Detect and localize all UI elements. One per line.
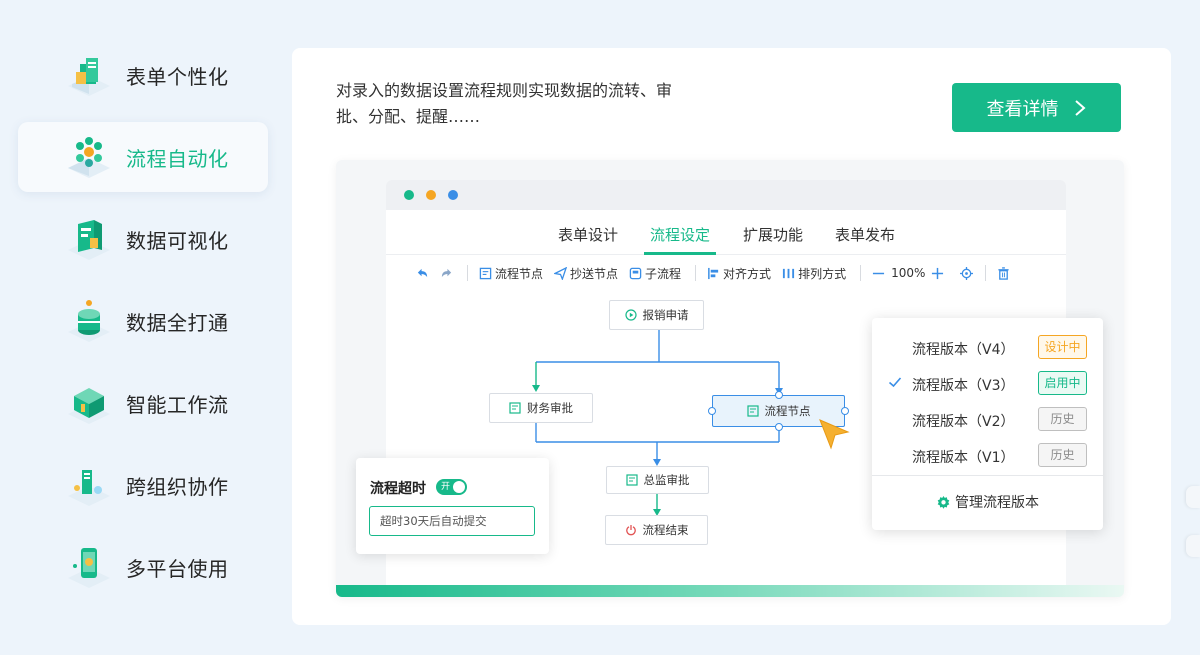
collaboration-icon [64, 460, 114, 510]
node-handle-bottom[interactable] [775, 423, 783, 431]
form-cube-icon [64, 50, 114, 100]
power-icon [625, 525, 636, 536]
nav-label: 智能工作流 [126, 392, 229, 417]
timeout-title: 流程超时 [370, 481, 426, 497]
feature-description: 对录入的数据设置流程规则实现数据的流转、审批、分配、提醒…… [336, 81, 673, 126]
chart-cube-icon [64, 214, 114, 264]
flow-node-end[interactable]: 流程结束 [605, 515, 708, 545]
node-label: 流程节点 [764, 404, 811, 418]
chevron-right-icon [1074, 99, 1086, 116]
node-handle-right[interactable] [841, 407, 849, 415]
nav-item-cross-org[interactable]: 跨组织协作 [18, 450, 268, 520]
manage-versions-label: 管理流程版本 [955, 495, 1039, 511]
gear-icon [937, 495, 950, 509]
node-handle-left[interactable] [708, 407, 716, 415]
view-details-button[interactable]: 查看详情 [952, 83, 1121, 132]
status-badge: 历史 [1038, 443, 1087, 467]
toggle-knob [453, 481, 465, 493]
divider [872, 475, 1103, 476]
flow-node-director[interactable]: 总监审批 [606, 466, 709, 494]
timeout-panel: 流程超时 开 超时30天后自动提交 [356, 458, 549, 554]
nav-item-multi-platform[interactable]: 多平台使用 [18, 532, 268, 602]
status-badge: 设计中 [1038, 335, 1087, 359]
status-badge: 启用中 [1038, 371, 1087, 395]
node-handle-top[interactable] [775, 391, 783, 399]
version-row-v4[interactable]: 流程版本（V4） 设计中 [872, 330, 1103, 366]
nav-label: 流程自动化 [126, 146, 229, 171]
nav-label: 表单个性化 [126, 64, 229, 89]
nav-item-flow-automation[interactable]: 流程自动化 [18, 122, 268, 192]
manage-versions-button[interactable]: 管理流程版本 [872, 488, 1103, 516]
nav-item-smart-workflow[interactable]: 智能工作流 [18, 368, 268, 438]
nav-item-data-visualization[interactable]: 数据可视化 [18, 204, 268, 274]
version-name: 流程版本（V3） [912, 378, 1015, 394]
nav-label: 数据可视化 [126, 228, 229, 253]
flow-hexagon-icon [64, 132, 114, 182]
flow-node-finance[interactable]: 财务审批 [489, 393, 593, 423]
approval-icon [746, 405, 759, 417]
approval-icon [509, 402, 521, 414]
nav-item-form-personalization[interactable]: 表单个性化 [18, 40, 268, 110]
database-cylinder-icon [64, 296, 114, 346]
version-row-v1[interactable]: 流程版本（V1） 历史 [872, 438, 1103, 474]
play-circle-icon [624, 309, 637, 321]
version-name: 流程版本（V4） [912, 342, 1015, 358]
version-row-v2[interactable]: 流程版本（V2） 历史 [872, 402, 1103, 438]
status-badge: 历史 [1038, 407, 1087, 431]
workflow-box-icon [64, 378, 114, 428]
timeout-input[interactable]: 超时30天后自动提交 [369, 506, 535, 536]
check-icon [888, 377, 902, 388]
node-label: 财务审批 [527, 401, 573, 415]
side-nav: 表单个性化 流程自动化 数据可视化 数据全打通 智能工作流 跨组织协作 多平台使… [18, 40, 268, 614]
nav-label: 数据全打通 [126, 310, 229, 335]
nav-item-data-connect[interactable]: 数据全打通 [18, 286, 268, 356]
node-label: 报销申请 [642, 308, 689, 322]
node-label: 流程结束 [642, 523, 689, 537]
view-details-label: 查看详情 [986, 98, 1059, 120]
node-label: 总监审批 [643, 473, 690, 487]
scroll-handle[interactable] [1186, 486, 1200, 508]
toggle-label: 开 [441, 482, 451, 492]
version-panel: 流程版本（V4） 设计中 流程版本（V3） 启用中 流程版本（V2） 历史 流程… [872, 318, 1103, 530]
mouse-cursor-icon [819, 419, 850, 450]
scroll-handle[interactable] [1186, 535, 1200, 557]
version-row-v3[interactable]: 流程版本（V3） 启用中 [872, 366, 1103, 402]
multi-device-icon [64, 542, 114, 592]
version-name: 流程版本（V2） [912, 414, 1015, 430]
nav-label: 跨组织协作 [126, 474, 229, 499]
version-name: 流程版本（V1） [912, 450, 1015, 466]
timeout-toggle[interactable]: 开 [436, 479, 467, 495]
flow-node-start[interactable]: 报销申请 [609, 300, 704, 330]
nav-label: 多平台使用 [126, 556, 229, 581]
preview-progress-bar [336, 585, 1124, 597]
approval-icon [625, 474, 638, 486]
